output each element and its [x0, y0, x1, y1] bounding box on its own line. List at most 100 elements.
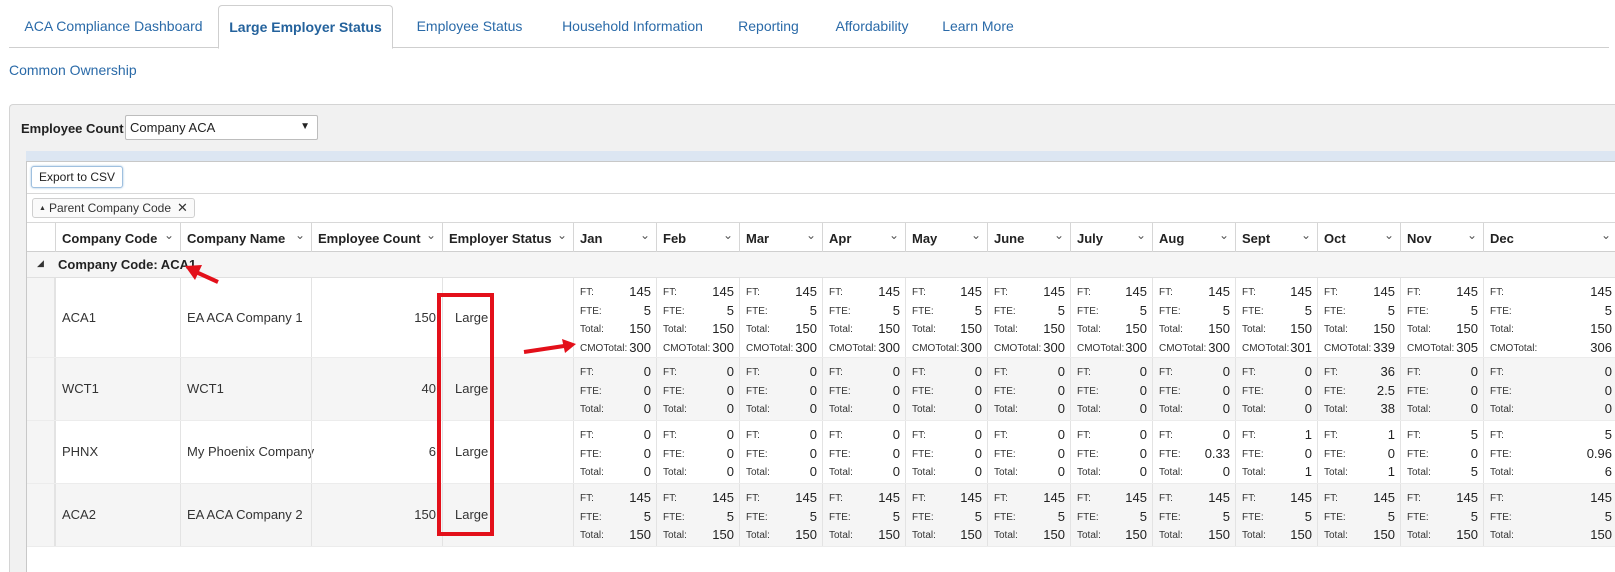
remove-group-icon[interactable]: ✕ [177, 200, 188, 215]
table-row[interactable]: ACA2 EA ACA Company 2 150 Large FT: 145 FTE: 5 T… [27, 484, 1615, 547]
column-menu-icon[interactable]: ⌄ [1467, 228, 1477, 242]
metric-label: FTE: [1077, 448, 1099, 460]
metric-label: Total: [1242, 530, 1266, 541]
metric-value: 145 [1125, 490, 1147, 505]
column-header-company-name[interactable]: Company Name ⌄ [180, 223, 311, 252]
metric-label: FT: [1242, 430, 1256, 441]
column-header-apr[interactable]: Apr ⌄ [822, 223, 905, 252]
column-menu-icon[interactable]: ⌄ [1054, 228, 1064, 242]
metric-line-total: Total: 0 [746, 462, 817, 480]
tab-employee-status[interactable]: Employee Status [393, 5, 546, 47]
metric-line-fte: FTE: 5 [1077, 301, 1147, 319]
metric-line-fte: FTE: 0 [829, 444, 900, 462]
column-menu-icon[interactable]: ⌄ [1384, 228, 1394, 242]
metric-value: 1 [1387, 464, 1395, 479]
column-header-mar[interactable]: Mar ⌄ [739, 223, 822, 252]
row-gutter [27, 484, 55, 546]
tab-learn-more[interactable]: Learn More [926, 5, 1030, 47]
month-cell-july: FT: 145 FTE: 5 Total: 150 [1070, 484, 1152, 546]
metric-value: 150 [1590, 321, 1612, 336]
export-csv-button[interactable]: Export to CSV [31, 166, 124, 188]
metric-label: Total: [829, 404, 853, 415]
metric-line-total: Total: 150 [1242, 319, 1312, 337]
metric-line-ft: FT: 5 [1407, 425, 1478, 443]
metric-label: Total: [746, 404, 770, 415]
column-header-label: Company Code [62, 231, 158, 246]
group-header-label: Company Code: ACA1 [58, 257, 197, 272]
table-row[interactable]: ACA1 EA ACA Company 1 150 Large FT: 145 FTE: 5 T… [27, 278, 1615, 358]
metric-line-fte: FTE: 5 [1407, 301, 1478, 319]
tab-aca-compliance-dashboard[interactable]: ACA Compliance Dashboard [9, 5, 218, 47]
metric-line-fte: FTE: 0 [994, 444, 1065, 462]
column-header-july[interactable]: July ⌄ [1070, 223, 1152, 252]
column-header-employee-count[interactable]: Employee Count ⌄ [311, 223, 442, 252]
collapse-group-icon[interactable]: ◢ [37, 258, 44, 269]
tab-household-information[interactable]: Household Information [546, 5, 719, 47]
column-header-company-code[interactable]: Company Code ⌄ [55, 223, 180, 252]
column-menu-icon[interactable]: ⌄ [426, 228, 436, 242]
tab-affordability[interactable]: Affordability [818, 5, 926, 47]
tab-large-employer-status[interactable]: Large Employer Status [218, 5, 393, 49]
metric-value: 150 [629, 321, 651, 336]
metric-value: 150 [795, 527, 817, 542]
metric-value: 150 [712, 527, 734, 542]
column-header-employer-status[interactable]: Employer Status ⌄ [442, 223, 573, 252]
column-menu-icon[interactable]: ⌄ [557, 228, 567, 242]
metric-value: 145 [878, 284, 900, 299]
group-chip-parent-company[interactable]: ▲ Parent Company Code ✕ [32, 198, 195, 218]
metric-line-total: Total: 0 [663, 399, 734, 417]
month-cell-mar: FT: 145 FTE: 5 Total: 150 [739, 484, 822, 546]
group-panel: ▲ Parent Company Code ✕ [27, 194, 1615, 223]
column-header-nov[interactable]: Nov ⌄ [1400, 223, 1483, 252]
table-row[interactable]: WCT1 WCT1 40 Large FT: 0 FTE: 0 Total: 0 FT: 0 FTE: 0… [27, 358, 1615, 421]
column-header-dec[interactable]: Dec ⌄ [1483, 223, 1615, 252]
month-cell-jan: FT: 145 FTE: 5 Total: 150 [573, 484, 656, 546]
column-menu-icon[interactable]: ⌄ [1136, 228, 1146, 242]
column-header-oct[interactable]: Oct ⌄ [1317, 223, 1400, 252]
metric-value: 0 [1139, 445, 1147, 461]
column-menu-icon[interactable]: ⌄ [1601, 228, 1611, 242]
common-ownership-link[interactable]: Common Ownership [9, 62, 137, 78]
month-cell-dec: FT: 145 FTE: 5 Total: 150 [1483, 484, 1615, 546]
metric-value: 0 [1057, 445, 1065, 461]
metric-label: FTE: [994, 511, 1016, 523]
column-menu-icon[interactable]: ⌄ [723, 228, 733, 242]
column-menu-icon[interactable]: ⌄ [971, 228, 981, 242]
metric-label: FTE: [1242, 305, 1264, 317]
employee-count-select[interactable]: Company ACA ▼ [125, 115, 318, 140]
metric-line-ft: FT: 145 [580, 488, 651, 506]
column-header-aug[interactable]: Aug ⌄ [1152, 223, 1235, 252]
metric-label: CMOTotal: [746, 342, 794, 354]
company-name-cell-value: EA ACA Company 1 [187, 309, 303, 325]
column-menu-icon[interactable]: ⌄ [295, 228, 305, 242]
month-cell-nov: FT: 145 FTE: 5 Total: 150 CMOTotal: 305 [1400, 278, 1483, 357]
column-menu-icon[interactable]: ⌄ [1219, 228, 1229, 242]
metric-label: FTE: [1490, 448, 1512, 460]
metric-line-fte: FTE: 5 [580, 301, 651, 319]
metric-line-total: Total: 0 [1159, 462, 1230, 480]
metric-line-fte: FTE: 5 [1242, 507, 1312, 525]
column-header-sept[interactable]: Sept ⌄ [1235, 223, 1317, 252]
metric-value: 0 [643, 427, 651, 442]
metric-line-ft: FT: 145 [1407, 488, 1478, 506]
metric-value: 0.96 [1586, 445, 1612, 461]
metric-value: 1 [1304, 427, 1312, 442]
company-name-cell: My Phoenix Company [180, 421, 314, 483]
column-header-june[interactable]: June ⌄ [987, 223, 1070, 252]
app-root: ACA Compliance Dashboard Large Employer S… [0, 0, 1615, 572]
column-menu-icon[interactable]: ⌄ [1301, 228, 1311, 242]
column-header-jan[interactable]: Jan ⌄ [573, 223, 656, 252]
metric-label: FTE: [663, 385, 685, 397]
column-header-may[interactable]: May ⌄ [905, 223, 987, 252]
column-menu-icon[interactable]: ⌄ [640, 228, 650, 242]
column-menu-icon[interactable]: ⌄ [164, 228, 174, 242]
metric-label: Total: [746, 324, 770, 335]
column-header-feb[interactable]: Feb ⌄ [656, 223, 739, 252]
metric-label: Total: [580, 530, 604, 541]
column-menu-icon[interactable]: ⌄ [806, 228, 816, 242]
metric-label: Total: [1159, 467, 1183, 478]
metric-label: Total: [994, 404, 1018, 415]
table-row[interactable]: PHNX My Phoenix Company 6 Large FT: 0 FTE: 0 Tot… [27, 421, 1615, 484]
column-menu-icon[interactable]: ⌄ [889, 228, 899, 242]
tab-reporting[interactable]: Reporting [719, 5, 818, 47]
